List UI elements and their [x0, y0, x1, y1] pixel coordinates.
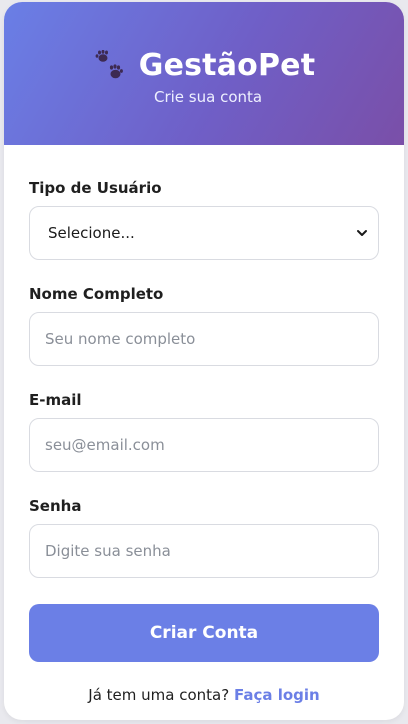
login-link[interactable]: Faça login [234, 686, 320, 704]
login-prompt: Já tem uma conta? Faça login [29, 686, 379, 704]
password-input[interactable] [29, 524, 379, 578]
email-input[interactable] [29, 418, 379, 472]
full-name-input[interactable] [29, 312, 379, 366]
password-group: Senha [29, 496, 379, 578]
email-group: E-mail [29, 390, 379, 472]
login-prompt-text: Já tem uma conta? [88, 686, 230, 704]
chevron-down-icon [357, 230, 367, 236]
user-type-label: Tipo de Usuário [29, 179, 162, 197]
user-type-selected-value: Selecione... [48, 224, 135, 242]
full-name-group: Nome Completo [29, 284, 379, 366]
user-type-group: Tipo de Usuário Selecione... [29, 178, 379, 260]
page-subtitle: Crie sua conta [154, 88, 263, 106]
user-type-select[interactable]: Selecione... [29, 206, 379, 260]
password-label: Senha [29, 497, 82, 515]
full-name-label: Nome Completo [29, 285, 164, 303]
create-account-button[interactable]: Criar Conta [29, 604, 379, 662]
app-title: GestãoPet [138, 48, 316, 83]
signup-form: Tipo de Usuário Selecione... Nome Comple… [29, 178, 379, 704]
email-label: E-mail [29, 391, 82, 409]
signup-card: GestãoPet Crie sua conta Tipo de Usuário… [4, 2, 404, 720]
brand: GestãoPet [4, 48, 404, 83]
header-banner: GestãoPet Crie sua conta [4, 2, 404, 145]
paw-icon [95, 49, 123, 78]
